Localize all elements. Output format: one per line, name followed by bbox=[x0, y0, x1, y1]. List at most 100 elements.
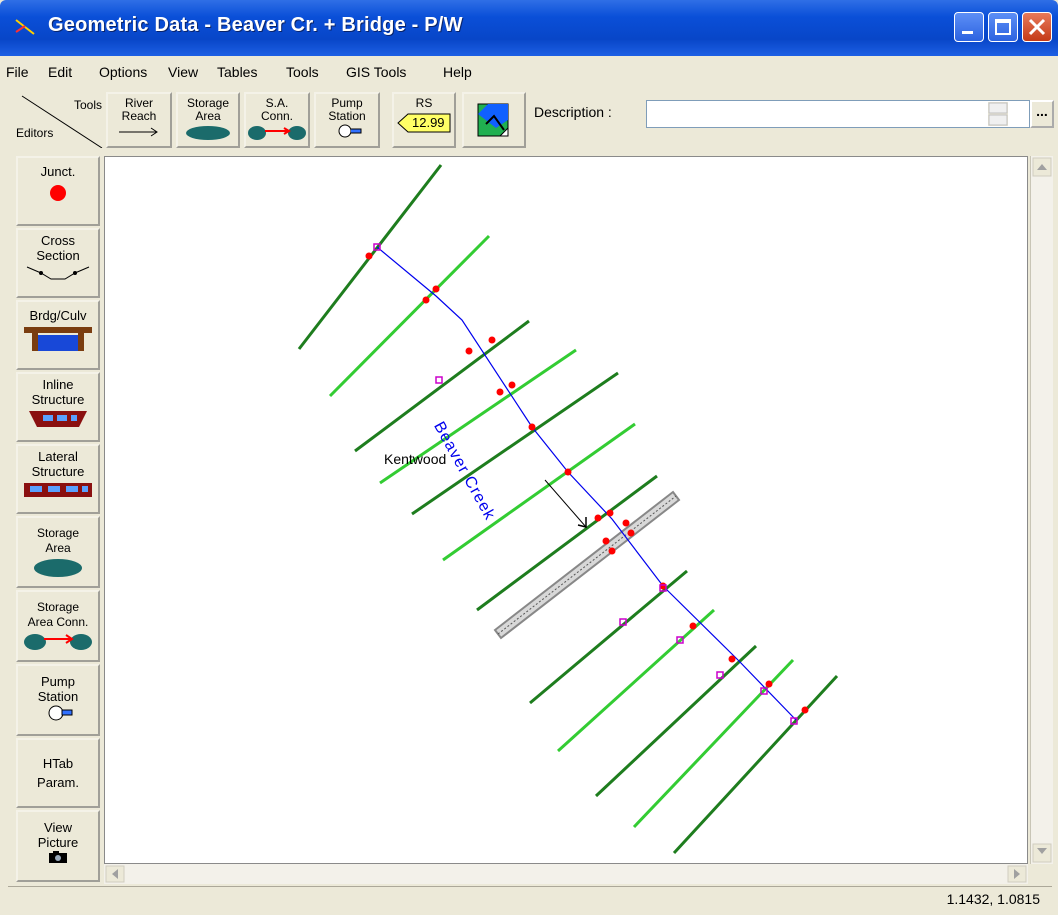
gis-map-button[interactable] bbox=[462, 92, 526, 148]
bank-station-marker[interactable] bbox=[602, 537, 610, 545]
bridge-centerline[interactable] bbox=[497, 495, 677, 635]
bank-station-marker[interactable] bbox=[606, 509, 614, 517]
pump-station-button[interactable]: Pump Station bbox=[314, 92, 380, 148]
tools-editors-header: Tools Editors bbox=[14, 92, 106, 149]
htab-param-editor-button[interactable]: HTab Param. bbox=[16, 738, 100, 808]
bank-station-marker[interactable] bbox=[728, 655, 736, 663]
minimize-icon bbox=[962, 31, 973, 34]
lateral-structure-icon bbox=[24, 483, 92, 497]
description-label: Description : bbox=[534, 104, 612, 120]
description-spinner[interactable] bbox=[988, 102, 1008, 126]
view-picture-label: View Picture bbox=[37, 820, 79, 850]
bank-station-marker[interactable] bbox=[608, 547, 616, 555]
rs-value: 12.99 bbox=[412, 115, 445, 130]
bank-station-marker[interactable] bbox=[622, 519, 630, 527]
pump-station-label: Pump Station bbox=[328, 96, 366, 123]
river-reach-label: River Reach bbox=[121, 96, 157, 123]
menu-tables[interactable]: Tables bbox=[217, 64, 257, 80]
horizontal-scrollbar[interactable] bbox=[104, 864, 1028, 884]
bank-station-marker[interactable] bbox=[627, 529, 635, 537]
reach-node-marker[interactable] bbox=[435, 376, 443, 384]
sa-conn-button[interactable]: S.A. Conn. bbox=[244, 92, 310, 148]
bridge-culvert-editor-button[interactable]: Brdg/Culv bbox=[16, 300, 100, 370]
bank-station-marker[interactable] bbox=[508, 381, 516, 389]
bank-station-marker[interactable] bbox=[765, 680, 773, 688]
map-icon bbox=[477, 103, 509, 137]
bank-station-marker[interactable] bbox=[365, 252, 373, 260]
river-reach-button[interactable]: River Reach bbox=[106, 92, 172, 148]
minimize-button[interactable] bbox=[954, 12, 984, 42]
cross-section-line[interactable] bbox=[556, 608, 716, 753]
storage-area-conn-icon bbox=[24, 634, 92, 650]
bridge-culvert-label: Brdg/Culv bbox=[29, 308, 87, 323]
storage-area-editor-button[interactable]: Storage Area bbox=[16, 516, 100, 588]
river-reach-line[interactable] bbox=[376, 246, 797, 721]
rs-tag-icon: 12.99 bbox=[396, 112, 452, 134]
close-button[interactable] bbox=[1022, 12, 1052, 42]
close-icon bbox=[1028, 18, 1046, 36]
rs-button[interactable]: RS 12.99 bbox=[392, 92, 456, 148]
pump-station-editor-button[interactable]: Pump Station bbox=[16, 664, 100, 736]
description-browse-button[interactable]: ... bbox=[1030, 100, 1054, 128]
toolbar: Tools Editors River Reach Storage Area S… bbox=[6, 88, 1054, 154]
menu-gis-tools[interactable]: GIS Tools bbox=[346, 64, 406, 80]
bank-station-marker[interactable] bbox=[465, 347, 473, 355]
title-bar[interactable]: Geometric Data - Beaver Cr. + Bridge - P… bbox=[0, 0, 1058, 56]
lateral-structure-editor-button[interactable]: Lateral Structure bbox=[16, 444, 100, 514]
menu-file[interactable]: File bbox=[6, 64, 29, 80]
junction-editor-button[interactable]: Junct. bbox=[16, 156, 100, 226]
kentwood-pointer[interactable] bbox=[544, 479, 587, 528]
kentwood-label: Kentwood bbox=[384, 451, 447, 467]
maximize-button[interactable] bbox=[988, 12, 1018, 42]
editors-label: Editors bbox=[16, 126, 54, 140]
spinner-arrows-icon bbox=[988, 102, 1008, 126]
tools-label: Tools bbox=[73, 98, 102, 112]
menu-help[interactable]: Help bbox=[443, 64, 472, 80]
menu-view[interactable]: View bbox=[168, 64, 198, 80]
sa-conn-label: S.A. Conn. bbox=[260, 96, 294, 123]
schematic-drawing[interactable] bbox=[105, 157, 1028, 864]
cursor-coordinates: 1.1432, 1.0815 bbox=[946, 891, 1040, 907]
bank-station-marker[interactable] bbox=[528, 423, 536, 431]
scroll-arrows-icon bbox=[1032, 157, 1052, 863]
cross-section-editor-button[interactable]: Cross Section bbox=[16, 228, 100, 298]
menu-edit[interactable]: Edit bbox=[48, 64, 72, 80]
bank-station-marker[interactable] bbox=[496, 388, 504, 396]
cross-section-label: Cross Section bbox=[36, 233, 80, 263]
view-picture-editor-button[interactable]: View Picture bbox=[16, 810, 100, 882]
htab-param-label: HTab Param. bbox=[37, 756, 79, 790]
cross-section-line[interactable] bbox=[594, 644, 758, 798]
geometry-canvas[interactable]: Beaver Creek Kentwood bbox=[104, 156, 1028, 864]
storage-area-conn-editor-button[interactable]: Storage Area Conn. bbox=[16, 590, 100, 662]
bank-station-marker[interactable] bbox=[488, 336, 496, 344]
bridge-culvert-icon bbox=[24, 327, 92, 351]
inline-structure-label: Inline Structure bbox=[31, 377, 85, 407]
cross-section-line[interactable] bbox=[672, 674, 839, 855]
pump-icon bbox=[338, 124, 362, 138]
inline-structure-editor-button[interactable]: Inline Structure bbox=[16, 372, 100, 442]
window-title: Geometric Data - Beaver Cr. + Bridge - P… bbox=[48, 14, 463, 36]
description-field[interactable] bbox=[646, 100, 1030, 128]
status-bar: 1.1432, 1.0815 bbox=[8, 886, 1052, 911]
bank-station-marker[interactable] bbox=[801, 706, 809, 714]
vertical-scrollbar[interactable] bbox=[1030, 156, 1053, 864]
storage-area-button[interactable]: Storage Area bbox=[176, 92, 240, 148]
pump-station-editor-label: Pump Station bbox=[37, 674, 79, 704]
bank-station-marker[interactable] bbox=[422, 296, 430, 304]
camera-icon bbox=[49, 851, 67, 863]
bank-station-marker[interactable] bbox=[689, 622, 697, 630]
inline-structure-icon bbox=[29, 411, 87, 427]
cross-section-line[interactable] bbox=[328, 234, 491, 398]
storage-area-editor-label: Storage Area bbox=[36, 526, 80, 555]
bank-station-marker[interactable] bbox=[564, 468, 572, 476]
junction-label: Junct. bbox=[40, 164, 76, 179]
menu-tools[interactable]: Tools bbox=[286, 64, 319, 80]
menu-options[interactable]: Options bbox=[99, 64, 147, 80]
storage-area-label: Storage Area bbox=[186, 96, 230, 123]
geometric-data-window: Geometric Data - Beaver Cr. + Bridge - P… bbox=[0, 0, 1058, 915]
bank-station-marker[interactable] bbox=[594, 514, 602, 522]
bank-station-marker[interactable] bbox=[432, 285, 440, 293]
cross-section-icon bbox=[26, 266, 90, 280]
rs-label: RS bbox=[415, 96, 433, 110]
arrow-right-icon bbox=[119, 127, 158, 137]
